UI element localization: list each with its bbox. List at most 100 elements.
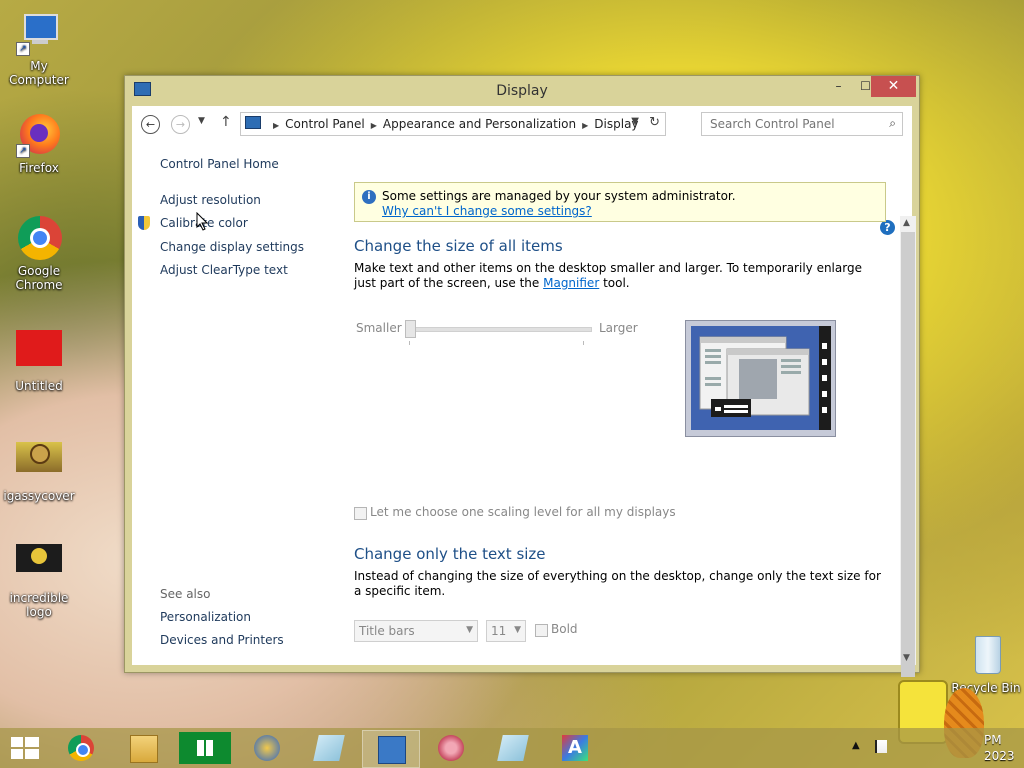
app-icon <box>254 735 280 761</box>
taskbar-notes-button[interactable] <box>301 730 357 766</box>
scrollbar-thumb[interactable] <box>901 232 915 677</box>
font-size-value: 11 <box>491 624 507 638</box>
address-bar[interactable]: ▶ Control Panel ▶ Appearance and Personaliz… <box>240 112 666 136</box>
taskbar-control-panel-button[interactable] <box>362 730 420 768</box>
control-panel-icon <box>378 736 406 764</box>
see-also-heading: See also <box>160 587 211 601</box>
desktop-icon-untitled[interactable]: Untitled <box>1 330 77 393</box>
font-app-icon: A <box>562 735 588 761</box>
title-bar[interactable]: Display – ☐ ✕ <box>125 76 919 106</box>
desktop-icon-label: Google Chrome <box>15 264 63 292</box>
recent-locations-chevron-icon[interactable]: ▼ <box>198 116 205 126</box>
scaling-level-label: Let me choose one scaling level for all … <box>370 505 676 519</box>
taskbar-chrome-button[interactable] <box>53 730 109 766</box>
breadcrumb-separator-icon[interactable]: ▶ <box>273 121 279 130</box>
font-size-select[interactable]: 11 ▼ <box>486 620 526 642</box>
store-logo <box>197 740 213 756</box>
taskbar-file-explorer-button[interactable] <box>115 730 171 766</box>
chrome-icon <box>16 215 62 261</box>
item-select-value: Title bars <box>359 624 415 638</box>
taskbar-app-button[interactable] <box>239 730 295 766</box>
why-cant-i-change-link[interactable]: Why can't I change some settings? <box>382 204 592 218</box>
chevron-down-icon: ▼ <box>514 625 521 635</box>
action-center-flag-icon[interactable] <box>875 740 887 753</box>
desktop-icon-label: igassycover <box>3 489 75 503</box>
taskbar: A ▲ PM 2023 <box>0 728 1024 768</box>
desktop-icon-firefox[interactable]: ↗ Firefox <box>1 112 77 175</box>
forward-arrow-icon[interactable]: → <box>171 115 190 134</box>
folder-icon <box>130 735 158 763</box>
breadcrumb-separator-icon[interactable]: ▶ <box>582 121 588 130</box>
taskbar-snail-app-button[interactable] <box>423 730 479 766</box>
magnifier-link[interactable]: Magnifier <box>543 276 599 290</box>
personalization-link[interactable]: Personalization <box>160 610 251 624</box>
scaling-level-checkbox[interactable] <box>354 507 367 520</box>
bold-checkbox[interactable] <box>535 624 548 637</box>
desktop-icon-label: Untitled <box>15 379 63 393</box>
control-panel-home-link[interactable]: Control Panel Home <box>160 157 279 171</box>
breadcrumb-appearance[interactable]: Appearance and Personalization <box>383 117 576 131</box>
adjust-cleartype-link[interactable]: Adjust ClearType text <box>160 263 288 277</box>
firefox-icon: ↗ <box>16 112 62 158</box>
breadcrumb-control-panel[interactable]: Control Panel <box>285 117 365 131</box>
desktop-icon-label: Firefox <box>19 161 59 175</box>
search-icon[interactable]: ⌕ <box>889 116 896 131</box>
desktop-icon-recycle-bin[interactable]: Recycle Bin <box>948 632 1024 695</box>
window-client: ← → ▼ ↑ ▶ Control Panel ▶ Appearance and Pe… <box>132 106 916 677</box>
item-select[interactable]: Title bars ▼ <box>354 620 478 642</box>
bold-label: Bold <box>551 622 578 636</box>
start-windows-icon[interactable] <box>11 737 39 759</box>
breadcrumb: ▶ Control Panel ▶ Appearance and Personaliz… <box>267 117 639 131</box>
section-text-size-description: Instead of changing the size of everythi… <box>354 569 881 598</box>
mouse-cursor-icon <box>196 212 208 231</box>
shield-icon <box>138 216 150 230</box>
up-arrow-icon[interactable]: ↑ <box>220 114 232 130</box>
search-box[interactable]: ⌕ <box>701 112 903 136</box>
section-size-title: Change the size of all items <box>354 237 563 255</box>
breadcrumb-separator-icon[interactable]: ▶ <box>371 121 377 130</box>
description-text: tool. <box>599 276 630 290</box>
chevron-down-icon[interactable]: ▼ <box>631 116 639 127</box>
admin-info-text: Some settings are managed by your system… <box>382 189 736 203</box>
display-preview-image <box>685 320 836 437</box>
desktop-icon-google-chrome[interactable]: Google Chrome <box>1 215 77 292</box>
size-slider-track[interactable] <box>410 327 592 332</box>
taskbar-notes2-button[interactable] <box>485 730 541 766</box>
system-clock[interactable]: PM 2023 <box>984 732 1015 764</box>
vertical-scrollbar[interactable]: ▲ ▼ <box>900 216 916 677</box>
recycle-bin-icon <box>963 632 1009 678</box>
refresh-icon[interactable]: ↻ <box>649 115 660 130</box>
desktop-icon-my-computer[interactable]: ↗ My Computer <box>1 10 77 87</box>
chevron-down-icon[interactable]: ▼ <box>903 653 910 663</box>
devices-and-printers-link[interactable]: Devices and Printers <box>160 633 284 647</box>
admin-info-banner: i Some settings are managed by your syst… <box>354 182 886 222</box>
image-file-icon <box>16 542 62 588</box>
chevron-up-icon[interactable]: ▲ <box>903 218 910 228</box>
display-window: Display – ☐ ✕ ← → ▼ ↑ ▶ Control Panel ▶ App… <box>124 75 920 677</box>
chevron-down-icon: ▼ <box>466 625 473 635</box>
computer-icon: ↗ <box>16 10 62 56</box>
slider-smaller-label: Smaller <box>356 321 402 335</box>
show-hidden-icons-chevron-icon[interactable]: ▲ <box>852 740 860 751</box>
image-file-icon <box>16 330 62 376</box>
minimize-button[interactable]: – <box>825 76 852 97</box>
taskbar-font-app-button[interactable]: A <box>547 730 603 766</box>
navigation-bar: ← → ▼ ↑ ▶ Control Panel ▶ Appearance and Pe… <box>132 106 912 142</box>
chrome-center <box>76 743 90 757</box>
adjust-resolution-link[interactable]: Adjust resolution <box>160 193 261 207</box>
back-arrow-icon[interactable]: ← <box>141 115 160 134</box>
desktop-icon-incredible-logo[interactable]: incredible logo <box>1 542 77 619</box>
desktop-icon-igassycover[interactable]: igassycover <box>1 440 77 503</box>
change-display-settings-link[interactable]: Change display settings <box>160 240 304 254</box>
search-input[interactable] <box>708 116 882 132</box>
taskbar-store-button[interactable] <box>177 730 233 766</box>
notes-icon <box>497 735 529 761</box>
section-text-size-title: Change only the text size <box>354 545 546 563</box>
slider-tick <box>409 341 410 345</box>
help-icon[interactable]: ? <box>880 220 895 235</box>
clock-date: 2023 <box>984 749 1015 763</box>
info-icon: i <box>362 190 376 204</box>
control-panel-icon <box>245 116 261 129</box>
size-slider-thumb[interactable] <box>405 320 416 338</box>
close-button[interactable]: ✕ <box>871 76 916 97</box>
